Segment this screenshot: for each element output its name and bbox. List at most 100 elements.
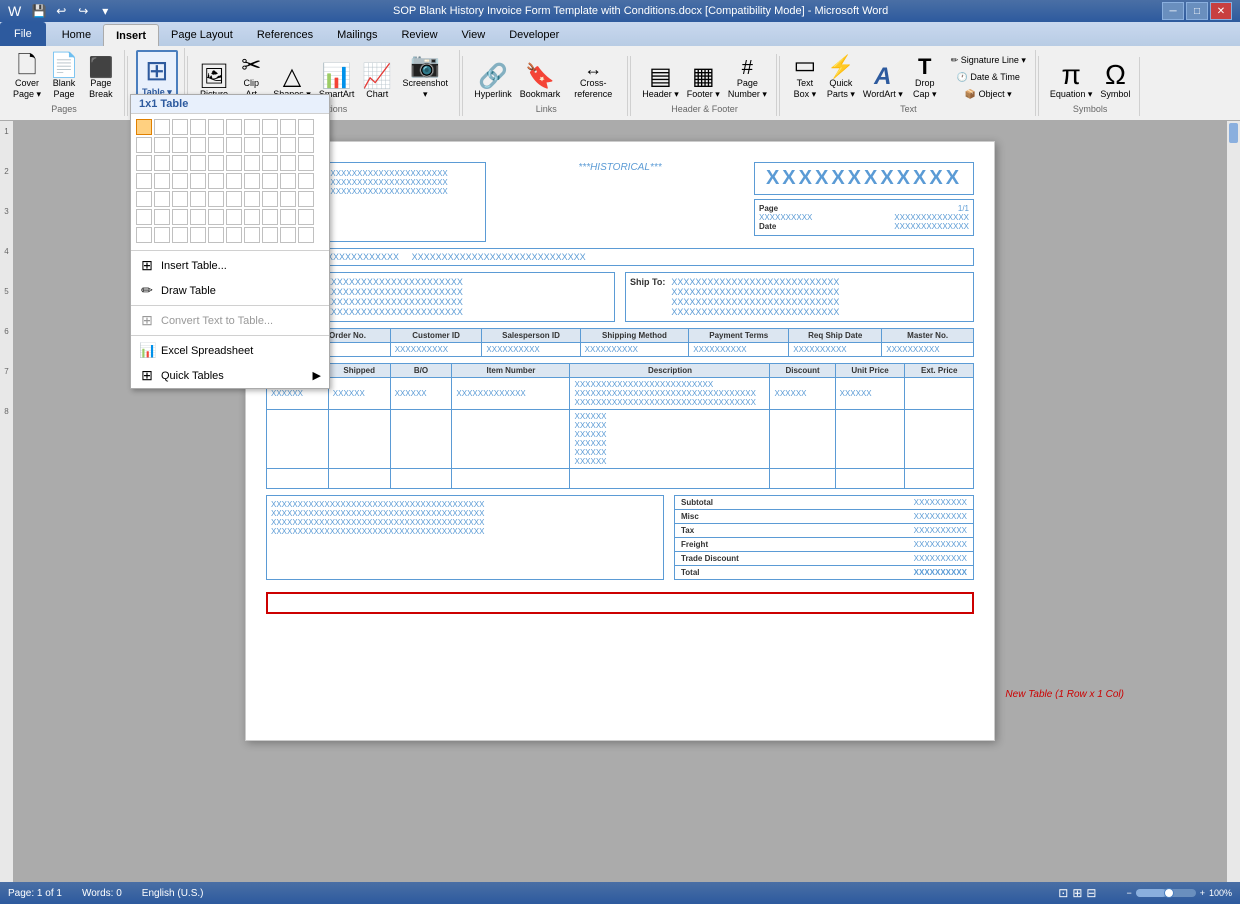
redo-button[interactable]: ↪ xyxy=(73,2,93,20)
grid-cell-7-5[interactable] xyxy=(208,227,224,243)
grid-cell-6-5[interactable] xyxy=(208,209,224,225)
grid-cell-5-1[interactable] xyxy=(136,191,152,207)
grid-cell-7-10[interactable] xyxy=(298,227,314,243)
grid-cell-3-9[interactable] xyxy=(280,155,296,171)
grid-cell-5-2[interactable] xyxy=(154,191,170,207)
page-break-button[interactable]: ⬛ PageBreak xyxy=(84,56,118,102)
grid-cell-5-4[interactable] xyxy=(190,191,206,207)
grid-cell-5-9[interactable] xyxy=(280,191,296,207)
word-art-button[interactable]: A WordArt ▾ xyxy=(860,63,906,102)
object-button[interactable]: 📦 Object ▾ xyxy=(948,87,1029,102)
grid-cell-3-5[interactable] xyxy=(208,155,224,171)
blank-page-button[interactable]: 📄 BlankPage xyxy=(46,52,82,102)
grid-cell-6-4[interactable] xyxy=(190,209,206,225)
grid-cell-1-7[interactable] xyxy=(244,119,260,135)
grid-cell-2-5[interactable] xyxy=(208,137,224,153)
tab-insert[interactable]: Insert xyxy=(103,24,159,46)
text-box-button[interactable]: ▭ TextBox ▾ xyxy=(788,52,822,102)
signature-line-button[interactable]: ✏ Signature Line ▾ xyxy=(948,53,1029,68)
tab-home[interactable]: Home xyxy=(50,24,103,46)
tab-file[interactable]: File xyxy=(0,22,46,46)
grid-cell-6-6[interactable] xyxy=(226,209,242,225)
zoom-slider[interactable] xyxy=(1136,889,1196,897)
hyperlink-button[interactable]: 🔗 Hyperlink xyxy=(471,63,515,102)
grid-cell-5-5[interactable] xyxy=(208,191,224,207)
grid-cell-4-1[interactable] xyxy=(136,173,152,189)
symbol-button[interactable]: Ω Symbol xyxy=(1097,59,1133,102)
grid-cell-4-7[interactable] xyxy=(244,173,260,189)
grid-cell-2-6[interactable] xyxy=(226,137,242,153)
grid-cell-3-1[interactable] xyxy=(136,155,152,171)
grid-cell-6-7[interactable] xyxy=(244,209,260,225)
grid-cell-7-4[interactable] xyxy=(190,227,206,243)
tab-references[interactable]: References xyxy=(245,24,325,46)
grid-cell-7-6[interactable] xyxy=(226,227,242,243)
cross-ref-button[interactable]: ↔ Cross-reference xyxy=(565,58,621,102)
grid-cell-5-7[interactable] xyxy=(244,191,260,207)
grid-cell-7-1[interactable] xyxy=(136,227,152,243)
grid-cell-4-5[interactable] xyxy=(208,173,224,189)
chart-button[interactable]: 📈 Chart xyxy=(359,63,395,102)
grid-cell-6-8[interactable] xyxy=(262,209,278,225)
grid-cell-3-6[interactable] xyxy=(226,155,242,171)
grid-cell-7-7[interactable] xyxy=(244,227,260,243)
drop-cap-button[interactable]: T DropCap ▾ xyxy=(908,54,942,102)
web-layout-button[interactable]: ⊟ xyxy=(1086,886,1096,900)
grid-cell-4-3[interactable] xyxy=(172,173,188,189)
grid-cell-5-3[interactable] xyxy=(172,191,188,207)
grid-cell-2-2[interactable] xyxy=(154,137,170,153)
print-layout-button[interactable]: ⊡ xyxy=(1058,886,1068,900)
grid-cell-3-8[interactable] xyxy=(262,155,278,171)
grid-cell-2-1[interactable] xyxy=(136,137,152,153)
quick-parts-button[interactable]: ⚡ QuickParts ▾ xyxy=(824,54,858,102)
customize-button[interactable]: ▾ xyxy=(95,2,115,20)
zoom-thumb[interactable] xyxy=(1164,888,1174,898)
grid-cell-4-8[interactable] xyxy=(262,173,278,189)
grid-cell-1-3[interactable] xyxy=(172,119,188,135)
grid-cell-6-3[interactable] xyxy=(172,209,188,225)
grid-cell-6-1[interactable] xyxy=(136,209,152,225)
table-grid[interactable] xyxy=(131,114,329,248)
grid-cell-7-8[interactable] xyxy=(262,227,278,243)
tab-page-layout[interactable]: Page Layout xyxy=(159,24,245,46)
grid-cell-7-3[interactable] xyxy=(172,227,188,243)
bottom-table-cell[interactable] xyxy=(267,593,973,613)
grid-cell-2-8[interactable] xyxy=(262,137,278,153)
cover-page-button[interactable]: 🗋 CoverPage ▾ xyxy=(10,52,44,102)
grid-cell-2-4[interactable] xyxy=(190,137,206,153)
grid-cell-5-8[interactable] xyxy=(262,191,278,207)
grid-cell-5-10[interactable] xyxy=(298,191,314,207)
vertical-scrollbar[interactable] xyxy=(1226,121,1240,882)
minimize-button[interactable]: ─ xyxy=(1162,2,1184,20)
grid-cell-4-2[interactable] xyxy=(154,173,170,189)
grid-cell-1-2[interactable] xyxy=(154,119,170,135)
scrollbar-thumb[interactable] xyxy=(1229,123,1238,143)
bottom-new-table[interactable] xyxy=(266,592,974,614)
grid-cell-2-7[interactable] xyxy=(244,137,260,153)
close-button[interactable]: ✕ xyxy=(1210,2,1232,20)
grid-cell-6-9[interactable] xyxy=(280,209,296,225)
grid-cell-7-9[interactable] xyxy=(280,227,296,243)
grid-cell-3-10[interactable] xyxy=(298,155,314,171)
tab-view[interactable]: View xyxy=(450,24,498,46)
tab-developer[interactable]: Developer xyxy=(497,24,571,46)
footer-button[interactable]: ▦ Footer ▾ xyxy=(684,63,723,102)
title-controls[interactable]: ─ □ ✕ xyxy=(1162,2,1232,20)
zoom-in-button[interactable]: + xyxy=(1200,888,1205,898)
excel-spreadsheet-item[interactable]: 📊 Excel Spreadsheet xyxy=(131,338,329,363)
grid-cell-4-10[interactable] xyxy=(298,173,314,189)
zoom-out-button[interactable]: − xyxy=(1126,888,1131,898)
grid-cell-1-1[interactable] xyxy=(136,119,152,135)
restore-button[interactable]: □ xyxy=(1186,2,1208,20)
equation-button[interactable]: π Equation ▾ xyxy=(1047,59,1096,102)
grid-cell-1-5[interactable] xyxy=(208,119,224,135)
grid-cell-4-4[interactable] xyxy=(190,173,206,189)
grid-cell-1-4[interactable] xyxy=(190,119,206,135)
grid-cell-4-6[interactable] xyxy=(226,173,242,189)
bookmark-button[interactable]: 🔖 Bookmark xyxy=(517,63,564,102)
grid-cell-4-9[interactable] xyxy=(280,173,296,189)
insert-table-item[interactable]: ⊞ Insert Table... xyxy=(131,253,329,278)
grid-cell-1-10[interactable] xyxy=(298,119,314,135)
grid-cell-6-2[interactable] xyxy=(154,209,170,225)
grid-cell-1-6[interactable] xyxy=(226,119,242,135)
